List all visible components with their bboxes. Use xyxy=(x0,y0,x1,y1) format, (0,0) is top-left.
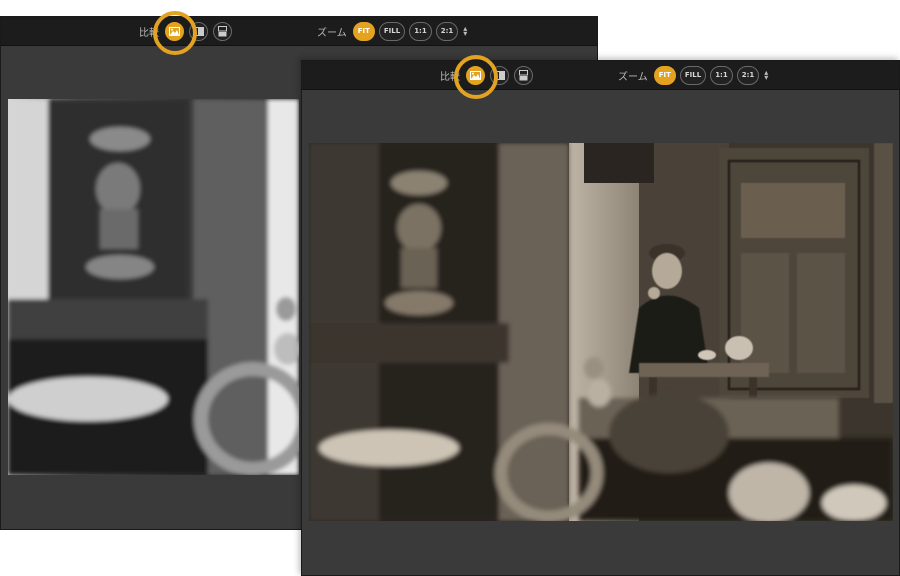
zoom-label: ズーム xyxy=(317,27,347,39)
zoom-label: ズーム xyxy=(618,71,648,83)
viewer-toolbar: 比較 ズーム FIT FILL 1:1 2:1 ▴ ▾ xyxy=(302,61,899,90)
preview-image xyxy=(8,99,299,475)
zoom-1-1-button[interactable]: 1:1 xyxy=(710,65,733,85)
zoom-fill-button[interactable]: FILL xyxy=(679,65,707,85)
viewer-window-front: 比較 ズーム FIT FILL 1:1 2:1 ▴ ▾ xyxy=(301,60,900,576)
viewer-toolbar: 比較 ズーム FIT FILL 1:1 2:1 ▴ ▾ xyxy=(1,17,597,46)
zoom-2-1-button[interactable]: 2:1 xyxy=(435,21,459,41)
split-view-button[interactable] xyxy=(189,21,208,41)
single-view-icon xyxy=(169,26,180,36)
zoom-fit-button[interactable]: FIT xyxy=(653,65,676,85)
zoom-stepper-icon[interactable]: ▴ ▾ xyxy=(463,25,467,38)
zoom-fit-button[interactable]: FIT xyxy=(352,21,375,41)
zoom-group: ズーム FIT FILL 1:1 2:1 ▴ ▾ xyxy=(317,17,467,45)
photo-detail-blurred xyxy=(8,99,299,475)
single-view-icon xyxy=(470,70,481,80)
zoom-fill-button[interactable]: FILL xyxy=(378,21,406,41)
preview-image xyxy=(309,143,893,521)
split-view-icon xyxy=(193,26,204,36)
split-view-icon xyxy=(494,70,505,80)
single-view-button[interactable] xyxy=(466,65,485,85)
compare-label: 比較 xyxy=(440,71,460,83)
compare-group: 比較 xyxy=(440,61,538,89)
zoom-1-1-button[interactable]: 1:1 xyxy=(409,21,432,41)
zoom-group: ズーム FIT FILL 1:1 2:1 ▴ ▾ xyxy=(618,61,768,89)
zoom-stepper-icon[interactable]: ▴ ▾ xyxy=(764,69,768,82)
split-view-button[interactable] xyxy=(490,65,509,85)
photo-tea-house-scene xyxy=(309,143,893,521)
side-by-side-icon xyxy=(519,69,528,80)
zoom-2-1-button[interactable]: 2:1 xyxy=(736,65,760,85)
compare-group: 比較 xyxy=(139,17,237,45)
compare-label: 比較 xyxy=(139,27,159,39)
single-view-button[interactable] xyxy=(165,21,184,41)
side-by-side-icon xyxy=(218,25,227,36)
side-by-side-button[interactable] xyxy=(514,65,533,85)
side-by-side-button[interactable] xyxy=(213,21,232,41)
